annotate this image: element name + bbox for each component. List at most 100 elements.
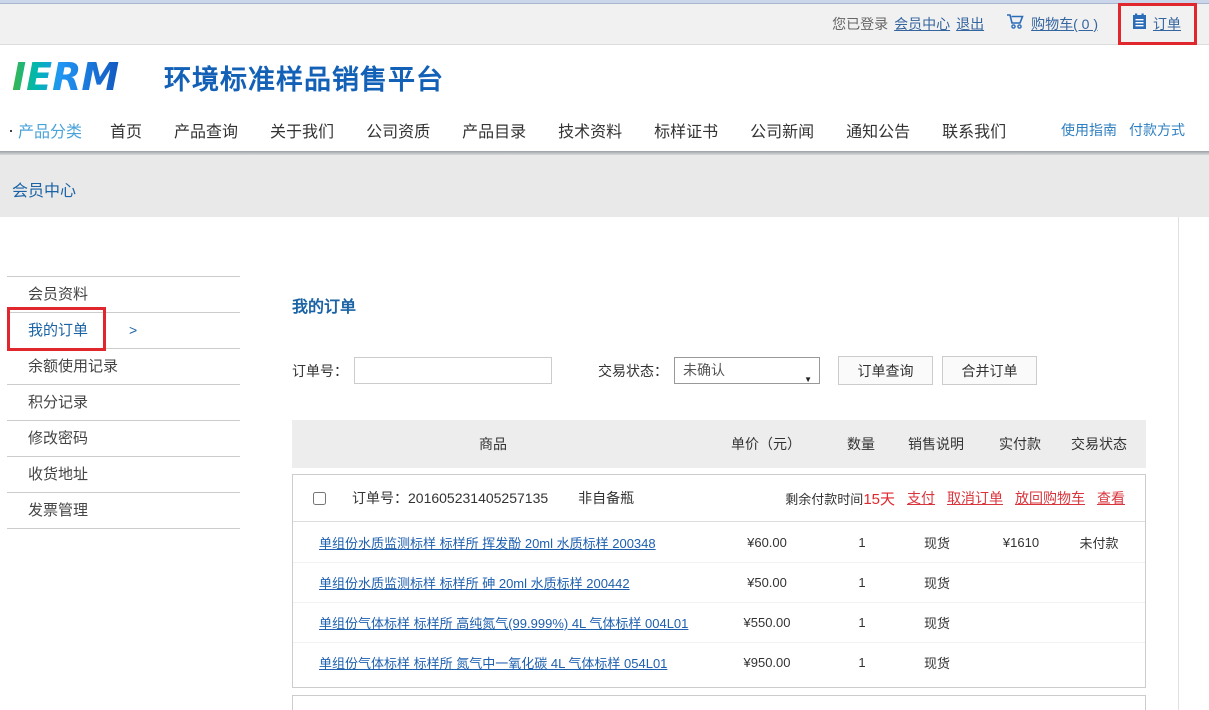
product-link[interactable]: 单组份气体标样 标样所 氮气中一氧化碳 4L 气体标样 054L01 (319, 656, 667, 671)
page-right-border (1178, 217, 1179, 710)
order-header: 订单号：201605231405257135 非自备瓶 剩余付款时间15天支付取消订… (293, 475, 1145, 522)
remaining-pay-time: 剩余付款时间15天 (785, 488, 895, 509)
nav-right-links: 使用指南付款方式 (1061, 120, 1185, 140)
column-header-4: 实付款 (988, 434, 1052, 454)
trade-status-cell: 未付款 (1053, 533, 1145, 552)
order-action-2[interactable]: 放回购物车 (1015, 488, 1085, 508)
sidebar-item-label: 修改密码 (28, 430, 88, 447)
cart-group[interactable]: 购物车( 0 ) (1006, 13, 1098, 35)
sale-status-cell: 现货 (885, 573, 989, 592)
site-header: IERM 环境标准样品销售平台 (0, 45, 1209, 109)
product-cell: 单组份水质监测标样 标样所 砷 20ml 水质标样 200442 (293, 573, 695, 592)
nav-item-9[interactable]: 联系我们 (942, 118, 1006, 142)
nav-item-4[interactable]: 产品目录 (462, 118, 526, 142)
nav-right-link-1[interactable]: 付款方式 (1129, 120, 1185, 140)
sale-status-cell: 现货 (885, 613, 989, 632)
login-status: 您已登录 (832, 14, 888, 34)
clipboard-icon (1132, 13, 1147, 35)
order-box-0: 订单号：201605231405257135 非自备瓶 剩余付款时间15天支付取消订… (292, 474, 1146, 688)
product-category-menu[interactable]: · 产品分类 (8, 118, 82, 142)
order-number: 订单号：201605231405257135 (352, 488, 548, 508)
order-action-1[interactable]: 取消订单 (947, 488, 1003, 508)
order-search-button[interactable]: 订单查询 (838, 356, 933, 385)
column-header-1: 单价（元） (694, 434, 838, 454)
merge-orders-button[interactable]: 合并订单 (942, 356, 1037, 385)
nav-item-1[interactable]: 产品查询 (174, 118, 238, 142)
order-box-1: 订单号：201605171217098691非自备瓶查看 (292, 695, 1146, 710)
status-label: 交易状态： (598, 361, 668, 381)
topbar: 您已登录 会员中心 退出 购物车( 0 ) (0, 4, 1209, 45)
nav-item-5[interactable]: 技术资料 (558, 118, 622, 142)
nav-items: 首页 产品查询 关于我们 公司资质 产品目录 技术资料 标样证书 公司新闻 通知公告 联系我们 (110, 118, 1006, 142)
sale-status-cell: 现货 (885, 653, 989, 672)
sale-status-cell: 现货 (885, 533, 989, 552)
main-panel: 我的订单 订单号： 交易状态： 未确认 ▼ 订单查询 合并订单 商品单价（元）数… (292, 293, 1146, 710)
sidebar-item-6[interactable]: 发票管理 (7, 493, 240, 529)
sidebar-item-4[interactable]: 修改密码 (7, 421, 240, 457)
nav-item-8[interactable]: 通知公告 (846, 118, 910, 142)
sidebar-item-label: 会员资料 (28, 286, 88, 303)
sidebar-item-2[interactable]: 余额使用记录 (7, 349, 240, 385)
column-header-5: 交易状态 (1052, 434, 1146, 454)
product-category-label: 产品分类 (18, 118, 82, 142)
price-cell: ¥950.00 (695, 655, 839, 670)
member-center-link[interactable]: 会员中心 (894, 14, 950, 34)
nav-item-0[interactable]: 首页 (110, 118, 142, 142)
order-no-input[interactable] (354, 357, 552, 384)
product-link[interactable]: 单组份水质监测标样 标样所 挥发酚 20ml 水质标样 200348 (319, 536, 656, 551)
order-checkbox[interactable] (313, 492, 326, 505)
cart-link[interactable]: 购物车( 0 ) (1031, 14, 1098, 34)
order-item-row: 单组份水质监测标样 标样所 砷 20ml 水质标样 200442 ¥50.001现… (293, 562, 1145, 602)
order-no-label: 订单号： (292, 361, 348, 381)
product-link[interactable]: 单组份气体标样 标样所 高纯氮气(99.999%) 4L 气体标样 004L01 (319, 616, 688, 631)
order-item-row: 单组份气体标样 标样所 高纯氮气(99.999%) 4L 气体标样 004L01… (293, 602, 1145, 642)
nav-right-link-0[interactable]: 使用指南 (1061, 120, 1117, 140)
bullet-icon: · (8, 121, 14, 139)
breadcrumb-band: 会员中心 (0, 155, 1209, 217)
price-cell: ¥550.00 (695, 615, 839, 630)
chevron-down-icon: ▼ (804, 367, 812, 392)
bottle-type: 非自备瓶 (578, 488, 634, 508)
product-link[interactable]: 单组份水质监测标样 标样所 砷 20ml 水质标样 200442 (319, 576, 630, 591)
sidebar-item-1[interactable]: 我的订单 > (7, 313, 240, 349)
order-header: 订单号：201605171217098691非自备瓶查看 (293, 696, 1145, 710)
sidebar-item-label: 收货地址 (28, 466, 88, 483)
qty-cell: 1 (839, 575, 885, 590)
qty-cell: 1 (839, 655, 885, 670)
paid-cell: ¥1610 (989, 535, 1053, 550)
sidebar: 会员资料我的订单 >余额使用记录积分记录修改密码收货地址发票管理 (7, 276, 240, 529)
remaining-days: 15天 (863, 491, 895, 508)
order-actions: 剩余付款时间15天支付取消订单放回购物车查看 (785, 488, 1125, 509)
qty-cell: 1 (839, 615, 885, 630)
main-nav: · 产品分类 首页 产品查询 关于我们 公司资质 产品目录 技术资料 标样证书 公司新闻 通知公… (0, 109, 1209, 151)
svg-text:IERM: IERM (12, 55, 119, 99)
sidebar-item-3[interactable]: 积分记录 (7, 385, 240, 421)
nav-item-3[interactable]: 公司资质 (366, 118, 430, 142)
sidebar-item-5[interactable]: 收货地址 (7, 457, 240, 493)
status-select[interactable]: 未确认 ▼ (674, 357, 820, 384)
orders-highlight-box[interactable]: 订单 (1118, 3, 1197, 45)
orders-link[interactable]: 订单 (1153, 14, 1181, 34)
site-title: 环境标准样品销售平台 (164, 58, 444, 97)
sidebar-expand-arrow: > (129, 313, 137, 348)
column-header-2: 数量 (838, 434, 884, 454)
site-logo: IERM (10, 54, 148, 100)
column-header-0: 商品 (292, 434, 694, 454)
orders-list: 订单号：201605231405257135 非自备瓶 剩余付款时间15天支付取消订… (292, 474, 1146, 710)
sidebar-item-0[interactable]: 会员资料 (7, 277, 240, 313)
sidebar-item-label: 我的订单 (28, 322, 88, 339)
product-cell: 单组份气体标样 标样所 氮气中一氧化碳 4L 气体标样 054L01 (293, 653, 695, 672)
breadcrumb: 会员中心 (12, 183, 76, 200)
nav-item-2[interactable]: 关于我们 (270, 118, 334, 142)
content: 会员资料我的订单 >余额使用记录积分记录修改密码收货地址发票管理 我的订单 订单号… (0, 217, 1209, 710)
product-cell: 单组份气体标样 标样所 高纯氮气(99.999%) 4L 气体标样 004L01 (293, 613, 695, 632)
sidebar-item-label: 发票管理 (28, 502, 88, 519)
price-cell: ¥50.00 (695, 575, 839, 590)
order-action-3[interactable]: 查看 (1097, 488, 1125, 508)
order-action-0[interactable]: 支付 (907, 488, 935, 508)
sidebar-item-label: 积分记录 (28, 394, 88, 411)
logout-link[interactable]: 退出 (956, 14, 984, 34)
nav-item-7[interactable]: 公司新闻 (750, 118, 814, 142)
nav-item-6[interactable]: 标样证书 (654, 118, 718, 142)
shopping-cart-icon (1006, 13, 1025, 35)
